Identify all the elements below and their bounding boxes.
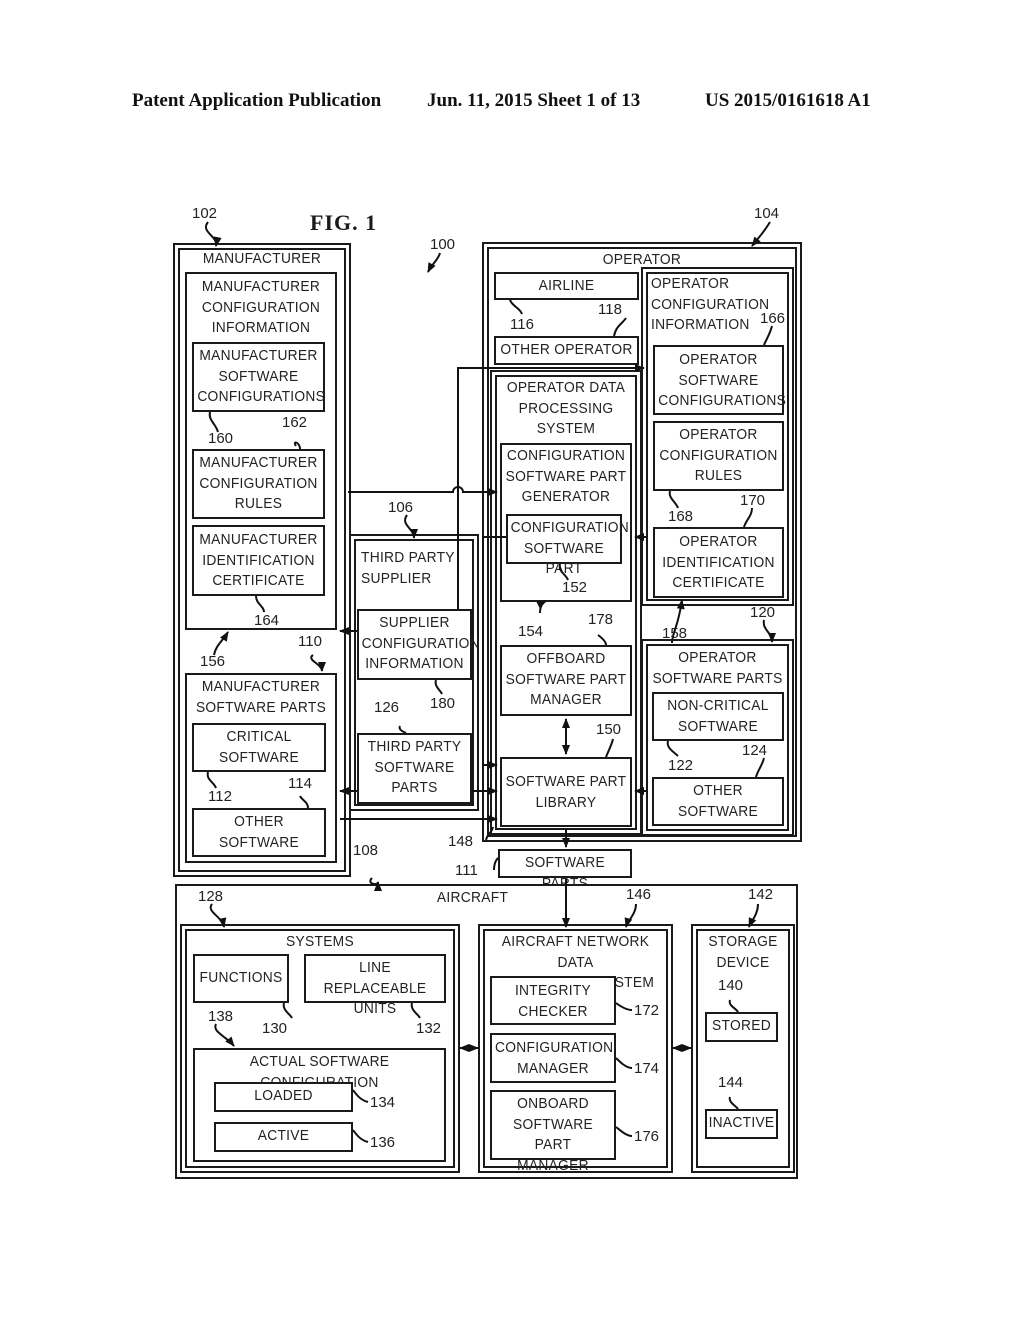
ref-106: 106 bbox=[388, 499, 414, 516]
operator-config-rules-label: OPERATOR CONFIGURATION RULES bbox=[659, 426, 778, 484]
manufacturer-config-rules-label: MANUFACTURER CONFIGURATION RULES bbox=[199, 454, 318, 512]
ref-102: 102 bbox=[192, 205, 218, 222]
ref-166: 166 bbox=[760, 310, 786, 327]
integrity-checker-label: INTEGRITY CHECKER bbox=[514, 982, 592, 1020]
ref-154: 154 bbox=[518, 623, 544, 640]
operator-data-processing-label: OPERATOR DATA PROCESSING SYSTEM bbox=[506, 379, 626, 437]
ref-104: 104 bbox=[754, 205, 780, 222]
critical-software-label: CRITICAL SOFTWARE bbox=[219, 728, 299, 766]
manufacturer-label: MANUFACTURER bbox=[202, 250, 322, 267]
ref-100: 100 bbox=[430, 236, 456, 253]
supplier-config-info-label: SUPPLIER CONFIGURATION INFORMATION bbox=[361, 614, 480, 672]
storage-device-label: STORAGE DEVICE bbox=[708, 933, 778, 971]
manufacturer-config-info-label: MANUFACTURER CONFIGURATION INFORMATION bbox=[201, 278, 321, 336]
inactive-label: INACTIVE bbox=[708, 1114, 775, 1131]
config-manager-label: CONFIGURATION MANAGER bbox=[495, 1039, 614, 1077]
third-party-supplier-label: THIRD PARTY SUPPLIER bbox=[361, 549, 455, 587]
third-party-software-parts-label: THIRD PARTY SOFTWARE PARTS bbox=[367, 738, 462, 796]
ref-128: 128 bbox=[198, 888, 224, 905]
ref-178: 178 bbox=[588, 611, 614, 628]
onboard-manager-label: ONBOARD SOFTWARE PART MANAGER bbox=[513, 1095, 593, 1174]
ref-172: 172 bbox=[634, 1002, 660, 1019]
config-part-generator-label: CONFIGURATION SOFTWARE PART GENERATOR bbox=[505, 447, 627, 505]
ref-111: 111 bbox=[455, 862, 478, 879]
ref-132: 132 bbox=[416, 1020, 442, 1037]
ref-164: 164 bbox=[254, 612, 280, 629]
operator-id-cert-label: OPERATOR IDENTIFICATION CERTIFICATE bbox=[662, 533, 775, 591]
ref-130: 130 bbox=[262, 1020, 288, 1037]
other-operator-label: OTHER OPERATOR bbox=[500, 341, 633, 358]
ref-168: 168 bbox=[668, 508, 694, 525]
ref-150: 150 bbox=[596, 721, 622, 738]
ref-158: 158 bbox=[662, 625, 688, 642]
loaded-label: LOADED bbox=[254, 1087, 313, 1104]
operator-software-configs-label: OPERATOR SOFTWARE CONFIGURATIONS bbox=[658, 351, 787, 409]
stored-label: STORED bbox=[712, 1017, 771, 1034]
operator-config-info-label: OPERATOR CONFIGURATION INFORMATION bbox=[651, 275, 770, 333]
ref-174: 174 bbox=[634, 1060, 660, 1077]
ref-152: 152 bbox=[562, 579, 588, 596]
patent-number: US 2015/0161618 A1 bbox=[705, 90, 871, 111]
ref-156: 156 bbox=[200, 653, 226, 670]
ref-138: 138 bbox=[208, 1008, 234, 1025]
ref-144: 144 bbox=[718, 1074, 744, 1091]
ref-108: 108 bbox=[353, 842, 379, 859]
aircraft-label: AIRCRAFT bbox=[436, 889, 509, 906]
ref-148: 148 bbox=[448, 833, 474, 850]
offboard-manager-label: OFFBOARD SOFTWARE PART MANAGER bbox=[505, 650, 627, 708]
non-critical-software-label: NON-CRITICAL SOFTWARE bbox=[667, 697, 769, 735]
manufacturer-id-cert-label: MANUFACTURER IDENTIFICATION CERTIFICATE bbox=[199, 531, 318, 589]
ref-122: 122 bbox=[668, 757, 694, 774]
ref-110: 110 bbox=[298, 633, 322, 650]
lru-label: LINE REPLACEABLE UNITS bbox=[323, 959, 427, 1017]
ref-112: 112 bbox=[208, 788, 232, 805]
systems-label: SYSTEMS bbox=[286, 933, 354, 950]
operator-label: OPERATOR bbox=[602, 251, 682, 268]
ref-176: 176 bbox=[634, 1128, 660, 1145]
ref-162: 162 bbox=[282, 414, 308, 431]
ref-126: 126 bbox=[374, 699, 400, 716]
ref-114: 114 bbox=[288, 775, 312, 792]
ref-116: 116 bbox=[510, 316, 534, 333]
ref-120: 120 bbox=[750, 604, 776, 621]
ref-118: 118 bbox=[598, 301, 622, 318]
ref-136: 136 bbox=[370, 1134, 396, 1151]
date-sheet: Jun. 11, 2015 Sheet 1 of 13 bbox=[427, 90, 641, 111]
ref-124: 124 bbox=[742, 742, 768, 759]
figure-title: FIG. 1 bbox=[310, 210, 378, 235]
airline-label: AIRLINE bbox=[538, 277, 595, 294]
line-mfr-config-to-generator bbox=[348, 486, 498, 496]
manufacturer-software-parts-label: MANUFACTURER SOFTWARE PARTS bbox=[195, 678, 327, 716]
operator-software-parts-label: OPERATOR SOFTWARE PARTS bbox=[652, 649, 783, 687]
active-label: ACTIVE bbox=[257, 1127, 310, 1144]
ref-134: 134 bbox=[370, 1094, 396, 1111]
functions-label: FUNCTIONS bbox=[199, 969, 283, 986]
ref-140: 140 bbox=[718, 977, 744, 994]
manufacturer-software-configs-label: MANUFACTURER SOFTWARE CONFIGURATIONS bbox=[197, 347, 326, 405]
software-part-library-label: SOFTWARE PART LIBRARY bbox=[505, 773, 627, 811]
publication-label: Patent Application Publication bbox=[132, 90, 382, 111]
operator-other-software-label: OTHER SOFTWARE bbox=[678, 782, 758, 820]
ref-170: 170 bbox=[740, 492, 766, 509]
ref-160: 160 bbox=[208, 430, 234, 447]
config-software-part-label: CONFIGURATION SOFTWARE PART bbox=[510, 519, 629, 577]
ref-180: 180 bbox=[430, 695, 456, 712]
ref-142: 142 bbox=[748, 886, 774, 903]
manufacturer-other-software-label: OTHER SOFTWARE bbox=[219, 813, 299, 851]
ref-146: 146 bbox=[626, 886, 652, 903]
